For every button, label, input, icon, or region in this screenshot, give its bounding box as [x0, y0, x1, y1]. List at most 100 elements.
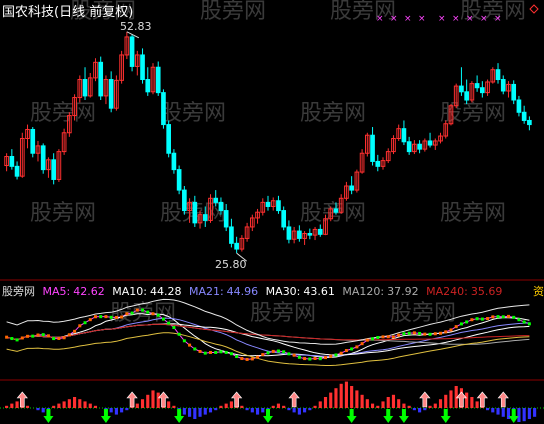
signal-x-marker: × — [418, 14, 426, 24]
up-arrow-icon — [288, 391, 300, 408]
ma21-label: MA21: — [188, 285, 224, 298]
ma-dot — [146, 310, 150, 314]
candle-body — [161, 92, 166, 126]
indicator-bar: 股旁网 MA5: 42.62 MA10: 44.28 MA21: 44.96 MA30… — [0, 283, 544, 298]
ma-dot — [282, 350, 286, 354]
high-price-label: 52.83 — [120, 20, 152, 33]
candle-body — [276, 200, 281, 212]
ma-dot — [120, 315, 124, 319]
down-arrow-icon — [398, 409, 409, 423]
chart-canvas: 股旁网 股旁网 股旁网 股旁网股旁网 股旁网 股旁网 股旁网股旁网 股旁网 股旁网股旁网 股旁网股… — [0, 0, 544, 423]
ma-dot — [517, 318, 521, 322]
candle-body — [140, 54, 145, 81]
ma-dot — [459, 322, 463, 326]
candle-body — [14, 165, 20, 177]
candle-body — [464, 91, 469, 101]
ma-dot — [73, 329, 77, 333]
ma-dot — [480, 317, 484, 321]
watermark-text: 股旁网 — [30, 101, 96, 126]
candle-body — [459, 85, 464, 93]
ma-dot — [360, 342, 364, 346]
watermark-text: 股旁网 — [250, 301, 316, 326]
candle-body — [401, 128, 407, 143]
ma-dot — [365, 338, 369, 342]
ma-dot — [371, 337, 375, 341]
up-arrow-icon — [455, 391, 468, 408]
ma-dot — [161, 317, 165, 321]
up-arrow-icon — [476, 391, 488, 408]
watermark-text: 股旁网 — [30, 201, 96, 226]
ma-dot — [439, 331, 443, 335]
candle-body — [265, 201, 271, 207]
down-arrow-icon — [508, 409, 519, 423]
ma-dot — [83, 321, 87, 325]
ma-dot — [376, 335, 380, 339]
ma-dot — [15, 338, 19, 342]
ma-dot — [141, 308, 145, 312]
ma-dot — [31, 334, 35, 338]
ma-dot — [292, 353, 296, 357]
candle-body — [297, 230, 302, 239]
ma-dot — [475, 317, 479, 321]
signal-x-marker: × — [452, 14, 460, 24]
ma-dot — [250, 357, 254, 361]
candle-body — [286, 226, 292, 240]
ma-dot — [135, 308, 139, 312]
ma-dot — [125, 312, 129, 316]
ma-dot — [156, 313, 160, 317]
ma-dot — [428, 332, 432, 336]
ma-dot — [402, 332, 406, 336]
ma-dot — [506, 314, 510, 318]
up-arrow-icon — [419, 391, 431, 408]
ma-dot — [88, 318, 92, 322]
down-arrow-icon — [263, 409, 273, 423]
candle-body — [349, 185, 354, 191]
ma-dot — [62, 336, 66, 340]
ma240-label: MA240: — [426, 285, 468, 298]
ma-dot — [412, 331, 416, 335]
watermark-text: 股旁网 — [390, 301, 456, 326]
ma-dot — [470, 318, 474, 322]
ma-dot — [224, 350, 228, 354]
lower-band-line — [6, 332, 530, 366]
signal-panel — [0, 381, 544, 423]
ma-dot — [324, 356, 328, 360]
ma-dot — [287, 352, 291, 356]
ma30-label: MA30: — [265, 285, 301, 298]
candle-body — [129, 36, 135, 67]
ma-dot — [433, 332, 437, 336]
ma-dot — [329, 354, 333, 358]
ma-dot — [391, 335, 395, 339]
ma120-label: MA120: — [342, 285, 385, 298]
ma-dot — [52, 337, 56, 341]
watermark-layer: 股旁网 股旁网 股旁网 股旁网股旁网 股旁网 股旁网 股旁网股旁网 股旁网 股旁网股旁网 股旁网股… — [30, 0, 526, 326]
candle-body — [307, 233, 313, 236]
ma-dot — [256, 355, 260, 359]
ma120-value: 37.92 — [387, 285, 419, 298]
ma-dot — [235, 355, 239, 359]
ma-dot — [109, 315, 113, 319]
up-arrow-icon — [126, 391, 138, 408]
candle-body — [182, 189, 187, 212]
ma-dot — [5, 335, 9, 339]
ma-dot — [41, 333, 45, 337]
ma10-value: 44.28 — [149, 285, 182, 298]
ma-dot — [271, 349, 275, 353]
ma-dot — [303, 357, 307, 361]
ma-dot — [297, 355, 301, 359]
indicator-name: 股旁网 — [2, 285, 35, 298]
candle-body — [176, 169, 182, 191]
ma-dot — [130, 311, 134, 315]
ma-dot — [407, 331, 411, 335]
ma-dot — [261, 353, 265, 357]
low-price-label: 25.80 — [215, 258, 247, 271]
watermark-text: 股旁网 — [200, 0, 266, 24]
ma-dot — [386, 335, 390, 339]
down-arrow-icon — [174, 409, 185, 423]
candle-body — [417, 143, 422, 150]
ma-dot — [99, 315, 103, 319]
down-arrow-icon — [43, 409, 54, 423]
up-arrow-icon — [230, 391, 243, 408]
ma-dot — [172, 325, 176, 329]
candle-body — [333, 208, 339, 213]
